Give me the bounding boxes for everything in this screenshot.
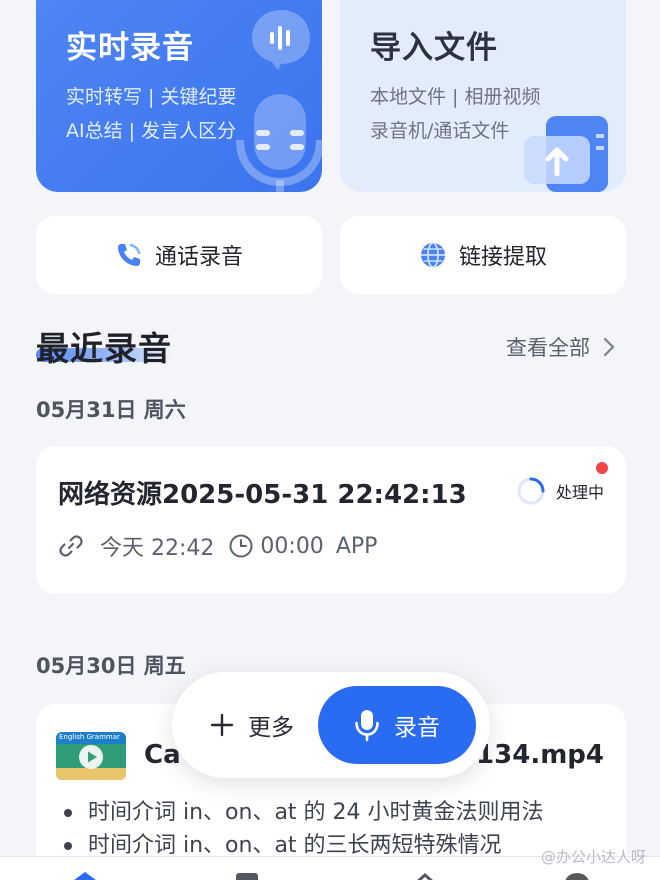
- edit-icon[interactable]: [410, 873, 440, 880]
- speech-bubble-waveform-icon: [252, 10, 310, 70]
- more-button[interactable]: 更多: [210, 708, 294, 742]
- recording-meta: 今天 22:42 00:00 APP: [58, 530, 377, 562]
- microphone-illustration-icon: [236, 94, 322, 192]
- recording-source: APP: [335, 533, 378, 559]
- import-file-title: 导入文件: [370, 30, 498, 66]
- date-header: 05月31日 周六: [36, 398, 186, 422]
- globe-icon: [420, 242, 445, 268]
- live-recording-title: 实时录音: [66, 30, 194, 66]
- loading-spinner-icon: [517, 477, 545, 505]
- processing-status: 处理中: [516, 476, 604, 506]
- recording-title: 网络资源2025-05-31 22:42:13: [58, 480, 467, 510]
- view-all-link[interactable]: 查看全部: [506, 332, 616, 362]
- import-feature-line-2: 录音机/通话文件: [370, 120, 510, 142]
- microphone-icon: [355, 710, 379, 742]
- summary-bullets: 时间介词 in、on、at 的 24 小时黄金法则用法 时间介词 in、on、a…: [62, 796, 544, 862]
- record-button[interactable]: 录音: [318, 686, 476, 764]
- clock-icon: [229, 534, 253, 558]
- document-icon[interactable]: [232, 871, 262, 880]
- floating-action-bar: 更多 录音: [172, 672, 490, 778]
- chevron-right-icon: [603, 337, 615, 357]
- status-label: 处理中: [555, 483, 604, 502]
- summary-bullet: 时间介词 in、on、at 的 24 小时黄金法则用法: [62, 796, 544, 829]
- live-recording-card[interactable]: 实时录音 实时转写 | 关键纪要 AI总结 | 发言人区分: [36, 0, 322, 192]
- record-label: 录音: [394, 715, 440, 741]
- link-icon: [59, 535, 83, 557]
- phone-icon: [117, 243, 141, 266]
- thumbnail-caption: English Grammar: [59, 733, 120, 741]
- date-header: 05月30日 周五: [36, 654, 186, 678]
- live-feature-line-1: 实时转写 | 关键纪要: [66, 86, 237, 108]
- watermark: @办公小达人呀: [540, 848, 646, 866]
- call-recording-label: 通话录音: [154, 245, 243, 270]
- link-extract-button[interactable]: 链接提取: [340, 216, 626, 294]
- live-recording-features: 实时转写 | 关键纪要 AI总结 | 发言人区分: [66, 80, 236, 148]
- link-extract-label: 链接提取: [458, 245, 547, 270]
- call-recording-button[interactable]: 通话录音: [36, 216, 322, 294]
- recording-item[interactable]: 网络资源2025-05-31 22:42:13 处理中 今天 22:42 00:…: [36, 446, 626, 594]
- home-icon[interactable]: [68, 871, 102, 880]
- video-thumbnail: English Grammar: [56, 732, 126, 780]
- folder-upload-icon: [524, 116, 608, 192]
- view-all-label: 查看全部: [506, 336, 590, 360]
- play-icon: [79, 745, 103, 769]
- import-feature-line-1: 本地文件 | 相册视频: [370, 86, 541, 108]
- profile-icon[interactable]: [562, 871, 592, 880]
- import-file-card[interactable]: 导入文件 本地文件 | 相册视频 录音机/通话文件: [340, 0, 626, 192]
- more-label: 更多: [248, 715, 294, 741]
- plus-icon: [210, 713, 234, 737]
- import-file-features: 本地文件 | 相册视频 录音机/通话文件: [370, 80, 540, 148]
- live-feature-line-2: AI总结 | 发言人区分: [66, 120, 237, 142]
- unread-dot: [596, 462, 608, 474]
- recent-recordings-title: 最近录音: [36, 329, 172, 368]
- recording-time: 今天 22:42: [100, 536, 215, 561]
- recording-duration: 00:00: [260, 533, 324, 559]
